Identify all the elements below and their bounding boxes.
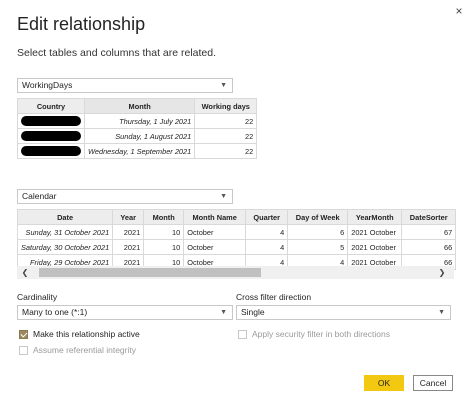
- chevron-left-icon[interactable]: ❮: [19, 266, 31, 279]
- table2-header-month-name[interactable]: Month Name: [183, 209, 247, 225]
- checkbox-icon: [19, 345, 28, 355]
- dialog-title: Edit relationship: [17, 14, 146, 34]
- table1-cell-days: 22: [194, 143, 258, 159]
- table1-cell-days: 22: [194, 113, 258, 129]
- table-row: Saturday, 30 October 2021 2021 10 Octobe…: [16, 239, 457, 255]
- table1-header-month[interactable]: Month: [83, 98, 196, 114]
- cell-datesorter: 67: [401, 224, 457, 240]
- cell-year: 2021: [112, 224, 145, 240]
- referential-integrity-label: Assume referential integrity: [33, 345, 136, 355]
- cancel-button[interactable]: Cancel: [413, 375, 453, 391]
- scrollbar-thumb[interactable]: [39, 268, 261, 277]
- table1-preview: Country Month Working days Thursday, 1 J…: [17, 98, 258, 159]
- cell-quarter: 4: [245, 224, 289, 240]
- redacted-block: [21, 131, 81, 142]
- cardinality-select[interactable]: Many to one (*:1) ▼: [17, 305, 233, 320]
- cell-yearmonth: 2021 October: [347, 224, 403, 240]
- table2-header-day-of-week[interactable]: Day of Week: [287, 209, 349, 225]
- cell-date: Sunday, 31 October 2021: [16, 224, 114, 240]
- cardinality-label: Cardinality: [17, 292, 58, 302]
- checkbox-icon: [238, 329, 247, 339]
- table2-header-month[interactable]: Month: [143, 209, 185, 225]
- cell-month: 10: [143, 239, 185, 255]
- cross-filter-value: Single: [241, 307, 265, 317]
- table2-header-date[interactable]: Date: [16, 209, 114, 225]
- cell-quarter: 4: [245, 239, 289, 255]
- chevron-down-icon: ▼: [220, 309, 227, 316]
- table-row: Wednesday, 1 September 2021 22: [17, 143, 258, 159]
- table1-cell-month: Sunday, 1 August 2021: [83, 128, 196, 144]
- cell-month-name: October: [183, 239, 247, 255]
- cell-day-of-week: 6: [287, 224, 349, 240]
- cell-day-of-week: 5: [287, 239, 349, 255]
- close-icon[interactable]: ×: [452, 4, 466, 18]
- table2-select-value: Calendar: [22, 191, 57, 201]
- make-active-checkbox[interactable]: Make this relationship active: [19, 329, 140, 339]
- table2-header-yearmonth[interactable]: YearMonth: [347, 209, 403, 225]
- table1-cell-days: 22: [194, 128, 258, 144]
- chevron-right-icon[interactable]: ❯: [436, 266, 448, 279]
- security-filter-label: Apply security filter in both directions: [252, 329, 390, 339]
- table2-horizontal-scrollbar[interactable]: ❮ ❯: [17, 266, 454, 279]
- cross-filter-select[interactable]: Single ▼: [236, 305, 451, 320]
- cell-yearmonth: 2021 October: [347, 239, 403, 255]
- dialog-subtitle: Select tables and columns that are relat…: [17, 47, 217, 59]
- table-row: Sunday, 1 August 2021 22: [17, 128, 258, 144]
- table1-cell-country: [17, 128, 85, 144]
- table-row: Sunday, 31 October 2021 2021 10 October …: [16, 224, 457, 240]
- cell-month: 10: [143, 224, 185, 240]
- referential-integrity-checkbox: Assume referential integrity: [19, 345, 136, 355]
- redacted-block: [21, 116, 81, 127]
- table2-preview: Date Year Month Month Name Quarter Day o…: [16, 209, 457, 270]
- table1-header-working-days[interactable]: Working days: [194, 98, 258, 114]
- table1-select-value: WorkingDays: [22, 80, 73, 90]
- table2-header-quarter[interactable]: Quarter: [245, 209, 289, 225]
- cell-month-name: October: [183, 224, 247, 240]
- table1-cell-month: Wednesday, 1 September 2021: [83, 143, 196, 159]
- redacted-block: [21, 146, 81, 157]
- cell-year: 2021: [112, 239, 145, 255]
- chevron-down-icon: ▼: [220, 82, 227, 89]
- table2-select[interactable]: Calendar ▼: [17, 189, 233, 204]
- table1-select[interactable]: WorkingDays ▼: [17, 78, 233, 93]
- chevron-down-icon: ▼: [220, 193, 227, 200]
- table1-cell-country: [17, 143, 85, 159]
- ok-button[interactable]: OK: [364, 375, 404, 391]
- security-filter-checkbox: Apply security filter in both directions: [238, 329, 390, 339]
- cross-filter-label: Cross filter direction: [236, 292, 312, 302]
- cardinality-value: Many to one (*:1): [22, 307, 88, 317]
- table1-cell-month: Thursday, 1 July 2021: [83, 113, 196, 129]
- chevron-down-icon: ▼: [438, 309, 445, 316]
- table1-cell-country: [17, 113, 85, 129]
- table2-header-datesorter[interactable]: DateSorter: [401, 209, 457, 225]
- cell-date: Saturday, 30 October 2021: [16, 239, 114, 255]
- checkbox-checked-icon[interactable]: [19, 329, 28, 339]
- table1-header-country[interactable]: Country: [17, 98, 85, 114]
- cell-datesorter: 66: [401, 239, 457, 255]
- table-row: Thursday, 1 July 2021 22: [17, 113, 258, 129]
- make-active-label: Make this relationship active: [33, 329, 140, 339]
- table2-header-year[interactable]: Year: [112, 209, 145, 225]
